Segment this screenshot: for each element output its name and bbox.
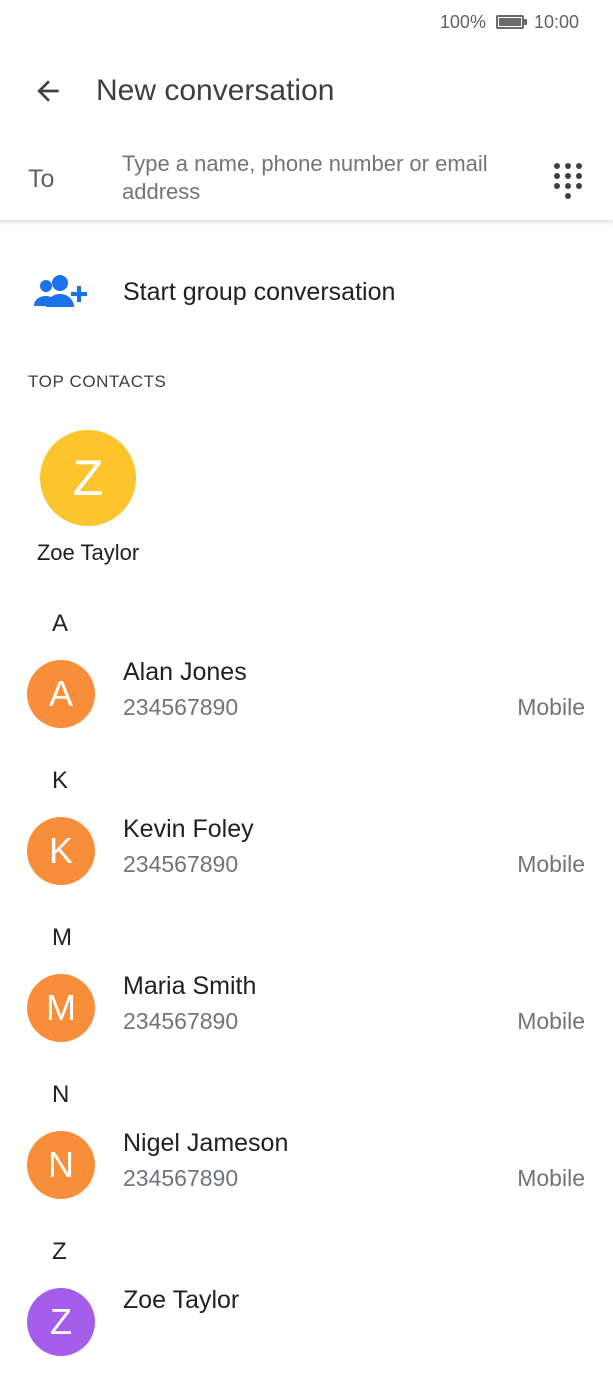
contact-row[interactable]: M Maria Smith 234567890 Mobile [0, 962, 613, 1071]
avatar: Z [40, 430, 136, 526]
avatar: K [27, 817, 95, 885]
arrow-back-icon [37, 80, 59, 102]
avatar: M [27, 974, 95, 1042]
section-letter: K [52, 767, 69, 794]
avatar: Z [27, 1288, 95, 1356]
contact-name: Maria Smith [123, 972, 257, 1000]
section-letter: M [52, 924, 72, 951]
back-button[interactable] [16, 59, 80, 123]
contact-row[interactable]: A Alan Jones 234567890 Mobile [0, 648, 613, 757]
top-contact-zoe-taylor[interactable]: Z Zoe Taylor [24, 430, 154, 566]
contact-phone-type: Mobile [517, 1008, 585, 1034]
avatar: A [27, 660, 95, 728]
battery-icon [495, 15, 527, 29]
contact-phone-type: Mobile [517, 851, 585, 877]
status-bar: 100% 10:00 [0, 0, 613, 44]
top-contacts-header: TOP CONTACTS [28, 372, 167, 391]
contact-name: Nigel Jameson [123, 1129, 289, 1157]
recipient-input[interactable] [122, 150, 522, 212]
contact-phone: 234567890 [123, 1165, 239, 1191]
contact-name: Alan Jones [123, 658, 247, 686]
app-bar: New conversation [0, 58, 613, 124]
section-letter: A [52, 610, 69, 637]
contact-row[interactable]: K Kevin Foley 234567890 Mobile [0, 805, 613, 914]
dialpad-button[interactable] [545, 158, 591, 204]
contact-row[interactable]: Z Zoe Taylor [0, 1276, 613, 1385]
status-time: 10:00 [533, 11, 579, 32]
top-contact-name: Zoe Taylor [36, 540, 140, 565]
start-group-conversation-button[interactable]: Start group conversation [0, 250, 613, 334]
contact-phone-type: Mobile [517, 694, 585, 720]
start-group-label: Start group conversation [123, 277, 396, 306]
section-letter: N [52, 1081, 70, 1108]
contact-name: Kevin Foley [123, 815, 254, 843]
recipient-row: To [0, 140, 613, 221]
battery-percent: 100% [439, 11, 486, 32]
contact-phone-type: Mobile [517, 1165, 585, 1191]
avatar: N [27, 1131, 95, 1199]
contact-phone: 234567890 [123, 694, 239, 720]
contact-phone: 234567890 [123, 851, 239, 877]
dialpad-icon [554, 163, 582, 199]
contact-row[interactable]: N Nigel Jameson 234567890 Mobile [0, 1119, 613, 1228]
contact-list: A A Alan Jones 234567890 Mobile K K Kevi… [0, 600, 613, 1385]
page-title: New conversation [96, 74, 335, 107]
contact-name: Zoe Taylor [123, 1286, 240, 1314]
to-label: To [28, 165, 55, 193]
group-add-icon [30, 273, 92, 311]
contact-phone: 234567890 [123, 1008, 239, 1034]
section-letter: Z [52, 1238, 67, 1265]
